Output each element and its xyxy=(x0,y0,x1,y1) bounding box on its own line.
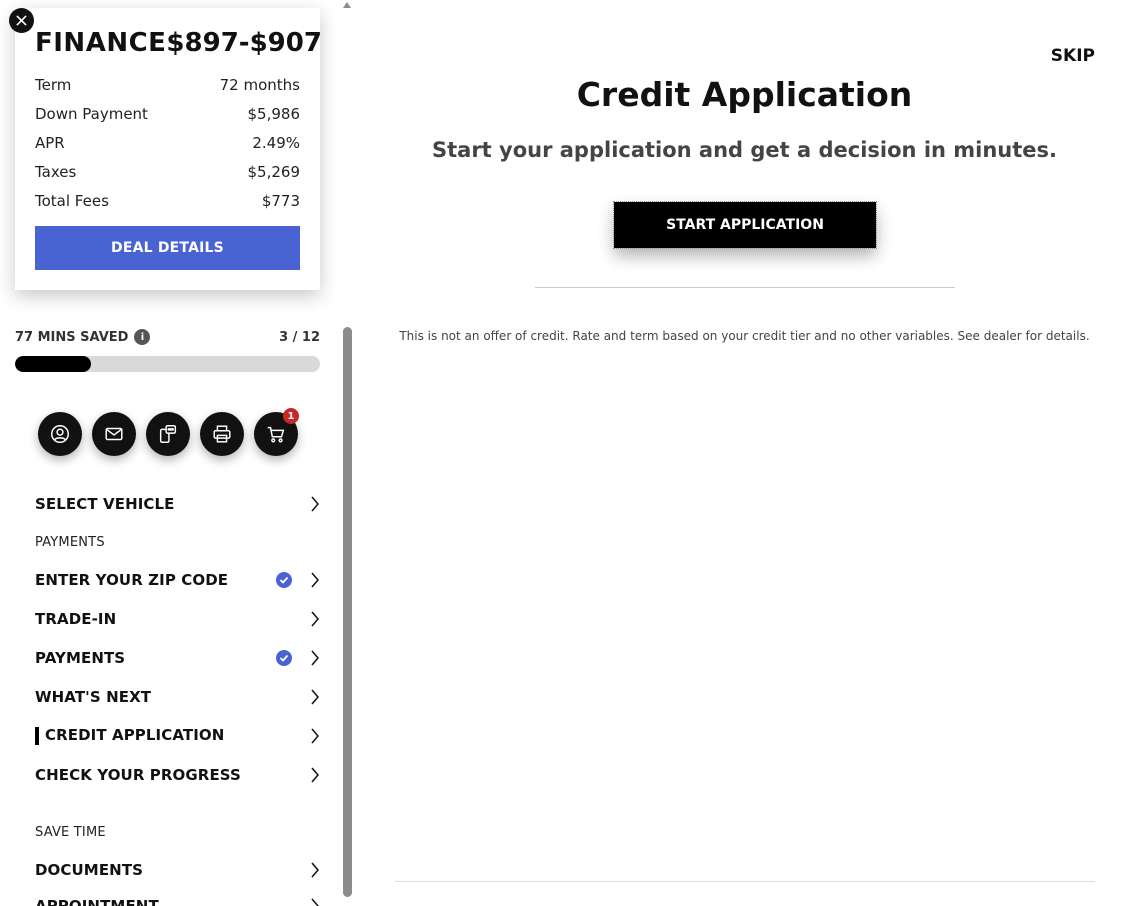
nav-item-label: DOCUMENTS xyxy=(35,860,144,879)
sms-icon[interactable] xyxy=(146,412,190,456)
nav-item-appointment[interactable]: APPOINTMENT xyxy=(35,886,320,906)
action-icons: 1 xyxy=(38,408,308,458)
divider xyxy=(535,287,955,288)
nav-item-payments[interactable]: PAYMENTS xyxy=(35,638,320,677)
finance-row-value: 2.49% xyxy=(252,133,300,152)
finance-row-down-payment: Down Payment $5,986 xyxy=(35,99,300,128)
sidebar: FINANCE $897-$907 Term 72 months Down Pa… xyxy=(0,0,354,906)
nav-item-label: CREDIT APPLICATION xyxy=(45,726,225,745)
finance-row-label: Total Fees xyxy=(35,191,109,210)
mail-icon[interactable] xyxy=(92,412,136,456)
progress-bar xyxy=(15,356,320,372)
close-icon[interactable] xyxy=(9,8,34,33)
nav-item-label: SELECT VEHICLE xyxy=(35,494,175,513)
main-content: SKIP Credit Application Start your appli… xyxy=(354,0,1135,906)
skip-link[interactable]: SKIP xyxy=(1051,46,1095,66)
finance-row-value: $5,269 xyxy=(247,162,301,181)
chevron-right-icon xyxy=(311,898,319,906)
finance-row-apr: APR 2.49% xyxy=(35,128,300,157)
chevron-right-icon xyxy=(311,728,319,743)
chevron-right-icon xyxy=(311,767,319,782)
finance-row-total-fees: Total Fees $773 xyxy=(35,186,300,215)
cart-badge: 1 xyxy=(283,408,299,424)
nav-item-label: APPOINTMENT xyxy=(35,896,159,906)
page-subtitle: Start your application and get a decisio… xyxy=(431,138,1058,162)
user-icon[interactable] xyxy=(38,412,82,456)
finance-row-value: $5,986 xyxy=(247,104,301,123)
mins-saved-label: 77 MINS SAVED xyxy=(15,329,129,345)
sidebar-scrollbar-thumb[interactable] xyxy=(343,327,352,897)
page-title: Credit Application xyxy=(576,75,913,114)
sidebar-content: FINANCE $897-$907 Term 72 months Down Pa… xyxy=(0,0,340,906)
nav-item-label: WHAT'S NEXT xyxy=(35,687,152,706)
mins-saved: 77 MINS SAVED i xyxy=(15,329,151,345)
nav-item-label: ENTER YOUR ZIP CODE xyxy=(35,570,229,589)
nav-item-credit-application[interactable]: CREDIT APPLICATION xyxy=(35,716,320,755)
finance-row-value: 72 months xyxy=(219,75,300,94)
check-circle-icon xyxy=(276,571,292,588)
chevron-right-icon xyxy=(311,689,319,704)
cart-icon[interactable]: 1 xyxy=(254,408,299,456)
nav-item-label: TRADE-IN xyxy=(35,609,117,628)
print-icon[interactable] xyxy=(200,412,244,456)
nav-item-documents[interactable]: DOCUMENTS xyxy=(35,850,320,889)
nav-item-whats-next[interactable]: WHAT'S NEXT xyxy=(35,677,320,716)
section-label-payments: PAYMENTS xyxy=(35,535,105,550)
finance-row-value: $773 xyxy=(261,191,300,210)
finance-header: FINANCE $897-$907 xyxy=(35,28,322,58)
deal-details-button[interactable]: DEAL DETAILS xyxy=(35,226,300,270)
nav-item-enter-zip[interactable]: ENTER YOUR ZIP CODE xyxy=(35,560,320,599)
start-application-button[interactable]: START APPLICATION xyxy=(613,201,877,249)
chevron-right-icon xyxy=(311,572,319,587)
credit-disclaimer: This is not an offer of credit. Rate and… xyxy=(399,329,1090,343)
nav-item-label: CHECK YOUR PROGRESS xyxy=(35,765,241,784)
finance-row-label: Taxes xyxy=(35,162,77,181)
finance-row-label: Term xyxy=(35,75,72,94)
check-circle-icon xyxy=(276,649,292,666)
finance-row-taxes: Taxes $5,269 xyxy=(35,157,300,186)
finance-title: FINANCE xyxy=(35,28,167,58)
section-label-save-time: SAVE TIME xyxy=(35,825,106,840)
progress-header: 77 MINS SAVED i 3 / 12 xyxy=(15,329,320,345)
finance-row-label: APR xyxy=(35,133,65,152)
chevron-right-icon xyxy=(311,862,319,877)
finance-summary-card: FINANCE $897-$907 Term 72 months Down Pa… xyxy=(15,8,322,290)
info-icon[interactable]: i xyxy=(134,329,151,345)
scroll-up-arrow-icon[interactable] xyxy=(342,0,352,10)
finance-row-label: Down Payment xyxy=(35,104,148,123)
footer-divider xyxy=(395,881,1095,882)
nav-item-check-progress[interactable]: CHECK YOUR PROGRESS xyxy=(35,755,320,794)
chevron-right-icon xyxy=(311,496,319,511)
chevron-right-icon xyxy=(311,650,319,665)
nav-item-select-vehicle[interactable]: SELECT VEHICLE xyxy=(35,484,320,523)
chevron-right-icon xyxy=(311,611,319,626)
finance-details: Term 72 months Down Payment $5,986 APR 2… xyxy=(35,70,300,215)
finance-price: $897-$907 xyxy=(166,28,322,58)
step-count: 3 / 12 xyxy=(279,329,320,345)
nav-item-label: PAYMENTS xyxy=(35,648,126,667)
progress-bar-fill xyxy=(15,356,92,372)
active-indicator xyxy=(35,726,39,745)
nav-item-trade-in[interactable]: TRADE-IN xyxy=(35,599,320,638)
finance-row-term: Term 72 months xyxy=(35,70,300,99)
